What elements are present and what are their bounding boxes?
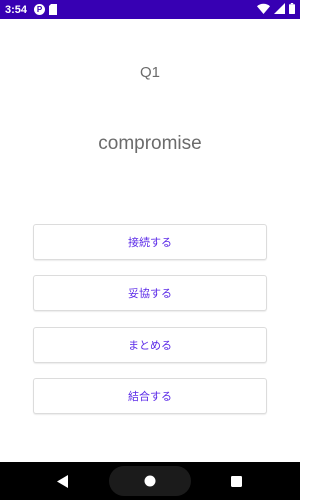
back-button[interactable] xyxy=(50,462,76,500)
signal-icon xyxy=(274,3,285,14)
status-time: 3:54 xyxy=(5,3,28,16)
notification-p-icon: P xyxy=(34,4,46,15)
choice-button-3[interactable]: まとめる xyxy=(33,327,267,363)
navigation-bar xyxy=(0,462,300,500)
status-bar: 3:54 P xyxy=(0,0,300,19)
back-icon xyxy=(57,474,68,488)
choice-button-1[interactable]: 接続する xyxy=(33,224,267,260)
choice-button-2[interactable]: 妥協する xyxy=(33,275,267,311)
recents-icon xyxy=(230,475,242,487)
quiz-word: compromise xyxy=(98,133,202,154)
question-number: Q1 xyxy=(139,64,160,81)
battery-icon xyxy=(289,3,295,14)
status-icons xyxy=(257,3,295,14)
recents-button[interactable] xyxy=(223,462,249,500)
home-button[interactable] xyxy=(137,462,163,500)
choice-button-4[interactable]: 結合する xyxy=(33,378,267,414)
home-icon xyxy=(144,475,156,487)
sd-card-icon xyxy=(49,4,58,15)
wifi-icon xyxy=(257,3,270,14)
